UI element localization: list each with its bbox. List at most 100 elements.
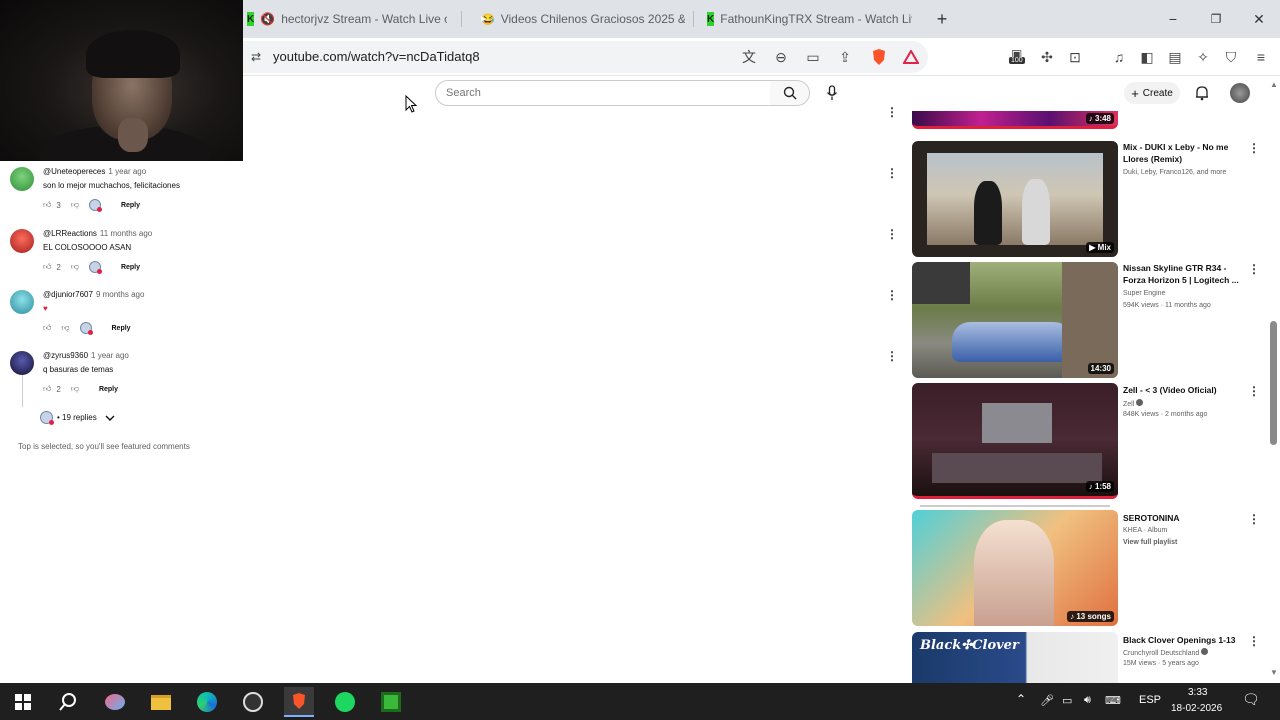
comment-avatar[interactable] <box>10 290 34 314</box>
minecraft-icon[interactable] <box>376 687 406 717</box>
sidebar-icon[interactable]: ◧ <box>1136 46 1158 68</box>
more-options-icon[interactable]: ⋮ <box>1248 512 1260 526</box>
create-button[interactable]: + Create <box>1124 82 1180 104</box>
extensions-puzzle-icon[interactable]: ✣ <box>1036 46 1058 68</box>
more-options-icon[interactable]: ⋮ <box>886 105 898 119</box>
video-channel[interactable]: Super Engine <box>1123 290 1165 297</box>
comment-time[interactable]: 1 year ago <box>108 167 146 176</box>
video-thumbnail[interactable]: ♪ 13 songs <box>912 510 1118 626</box>
language-indicator[interactable]: ESP <box>1139 694 1161 706</box>
comment-author[interactable]: @zyrus9360 <box>43 351 88 360</box>
video-thumbnail[interactable]: ♪ 3:48 <box>912 111 1118 129</box>
like-button[interactable]: 👍︎ <box>43 323 51 333</box>
video-title[interactable]: Zell - < 3 (Video Oficial) <box>1123 384 1241 396</box>
video-channel[interactable]: Crunchyroll Deutschland <box>1123 648 1209 657</box>
restore-button[interactable]: ❐ <box>1201 8 1231 30</box>
like-button[interactable]: 👍︎ <box>43 262 51 272</box>
search-input[interactable] <box>446 87 746 99</box>
more-options-icon[interactable]: ⋮ <box>886 166 898 180</box>
new-tab-button[interactable]: + <box>927 8 957 30</box>
comment-avatar[interactable] <box>10 229 34 253</box>
translate-icon[interactable]: 文 <box>738 46 760 68</box>
microphone-icon[interactable]: 🎤︎ <box>1040 694 1054 707</box>
muted-speaker-icon[interactable]: 🔇 <box>260 12 275 26</box>
video-thumbnail[interactable]: Black✣Clover <box>912 632 1118 683</box>
like-button[interactable]: 👍︎ <box>43 384 51 394</box>
cast-icon[interactable]: ▭ <box>802 46 824 68</box>
video-title[interactable]: Nissan Skyline GTR R34 - Forza Horizon 5… <box>1123 262 1241 286</box>
windows-start-icon[interactable] <box>8 687 38 717</box>
like-button[interactable]: 👍︎ <box>43 200 51 210</box>
comment-time[interactable]: 11 months ago <box>100 229 152 238</box>
scroll-up-arrow[interactable]: ▲ <box>1270 80 1278 89</box>
app-icon[interactable] <box>100 687 130 717</box>
close-button[interactable]: ✕ <box>1244 8 1274 30</box>
more-options-icon[interactable]: ⋮ <box>1248 262 1260 276</box>
menu-icon[interactable]: ≡ <box>1250 46 1272 68</box>
video-title[interactable]: SEROTONINA <box>1123 512 1241 524</box>
tab-2[interactable]: 😂 Videos Chilenos Graciosos 2025 & <box>475 6 685 32</box>
video-title[interactable]: Mix - DUKI x Leby - No me Llores (Remix) <box>1123 141 1241 165</box>
scroll-down-arrow[interactable]: ▼ <box>1270 668 1278 677</box>
video-thumbnail[interactable]: ▶ Mix <box>912 141 1118 257</box>
comment-avatar[interactable] <box>10 351 34 375</box>
spotify-icon[interactable] <box>330 687 360 717</box>
url-text[interactable]: youtube.com/watch?v=ncDaTidatq8 <box>273 49 480 64</box>
clock-date[interactable]: 18-02-2026 <box>1171 703 1222 714</box>
view-playlist-link[interactable]: View full playlist <box>1123 539 1177 546</box>
address-bar[interactable]: ⇄ youtube.com/watch?v=ncDaTidatq8 文 ⊖ ▭ … <box>243 41 928 73</box>
more-options-icon[interactable]: ⋮ <box>1248 634 1260 648</box>
replies-toggle[interactable]: • 19 replies <box>40 411 115 425</box>
notifications-button[interactable] <box>1195 85 1209 106</box>
tab-3[interactable]: K FathounKingTRX Stream - Watch Live <box>707 6 912 32</box>
site-settings-icon[interactable]: ⇄ <box>245 46 267 68</box>
network-icon[interactable]: ▭ <box>1062 694 1072 707</box>
comment-author[interactable]: @djunior7607 <box>43 290 93 299</box>
edge-browser-icon[interactable] <box>192 687 222 717</box>
video-channel[interactable]: Duki, Leby, Franco126, and more <box>1123 169 1226 176</box>
leo-ai-icon[interactable]: ✧ <box>1192 46 1214 68</box>
comment-time[interactable]: 9 months ago <box>96 290 144 299</box>
dislike-button[interactable]: 👎︎ <box>71 384 79 394</box>
scrollbar-thumb[interactable] <box>1270 321 1277 445</box>
more-options-icon[interactable]: ⋮ <box>886 349 898 363</box>
volume-icon[interactable]: 🔊︎ <box>1084 694 1091 707</box>
clock-time[interactable]: 3:33 <box>1188 687 1207 698</box>
reply-button[interactable]: Reply <box>99 386 118 393</box>
brave-browser-icon[interactable] <box>284 687 314 717</box>
search-box[interactable] <box>435 80 771 106</box>
share-icon[interactable]: ⇪ <box>834 46 856 68</box>
wallet-icon[interactable]: ▤ <box>1164 46 1186 68</box>
minimize-button[interactable]: − <box>1158 8 1188 30</box>
comment-author[interactable]: @LRReactions <box>43 229 97 238</box>
brave-shields-icon[interactable] <box>868 46 890 68</box>
reply-button[interactable]: Reply <box>121 202 140 209</box>
video-channel[interactable]: Zell <box>1123 399 1144 408</box>
video-thumbnail[interactable]: ♪ 1:58 <box>912 383 1118 499</box>
tab-1[interactable]: K 🔇 hectorjvz Stream - Watch Live on <box>247 6 447 32</box>
brave-rewards-icon[interactable] <box>900 46 922 68</box>
dislike-button[interactable]: 👎︎ <box>71 262 79 272</box>
account-avatar[interactable] <box>1230 83 1250 103</box>
notification-center-icon[interactable]: 🗨︎ <box>1242 691 1260 708</box>
tab-search-icon[interactable]: ⊡ <box>1064 46 1086 68</box>
more-options-icon[interactable]: ⋮ <box>886 288 898 302</box>
dislike-button[interactable]: 👎︎ <box>71 200 79 210</box>
keyboard-icon[interactable]: ⌨ <box>1105 694 1121 707</box>
more-options-icon[interactable]: ⋮ <box>886 227 898 241</box>
video-title[interactable]: Black Clover Openings 1-13 <box>1123 634 1241 646</box>
video-thumbnail[interactable]: 14:30 <box>912 262 1118 378</box>
more-options-icon[interactable]: ⋮ <box>1248 141 1260 155</box>
comment-author[interactable]: @Uneteopereces <box>43 167 105 176</box>
tray-chevron-up-icon[interactable]: ⌃ <box>1016 692 1026 706</box>
extension-counter-icon[interactable]: ▣ 100 <box>1008 46 1030 68</box>
obs-icon[interactable] <box>238 687 268 717</box>
vpn-shield-icon[interactable]: ⛉ <box>1220 46 1242 68</box>
comment-avatar[interactable] <box>10 167 34 191</box>
media-control-icon[interactable]: ♫ <box>1108 46 1130 68</box>
reply-button[interactable]: Reply <box>112 325 131 332</box>
reply-button[interactable]: Reply <box>121 264 140 271</box>
more-options-icon[interactable]: ⋮ <box>1248 384 1260 398</box>
voice-search-button[interactable] <box>820 81 844 105</box>
search-icon[interactable] <box>53 687 83 717</box>
